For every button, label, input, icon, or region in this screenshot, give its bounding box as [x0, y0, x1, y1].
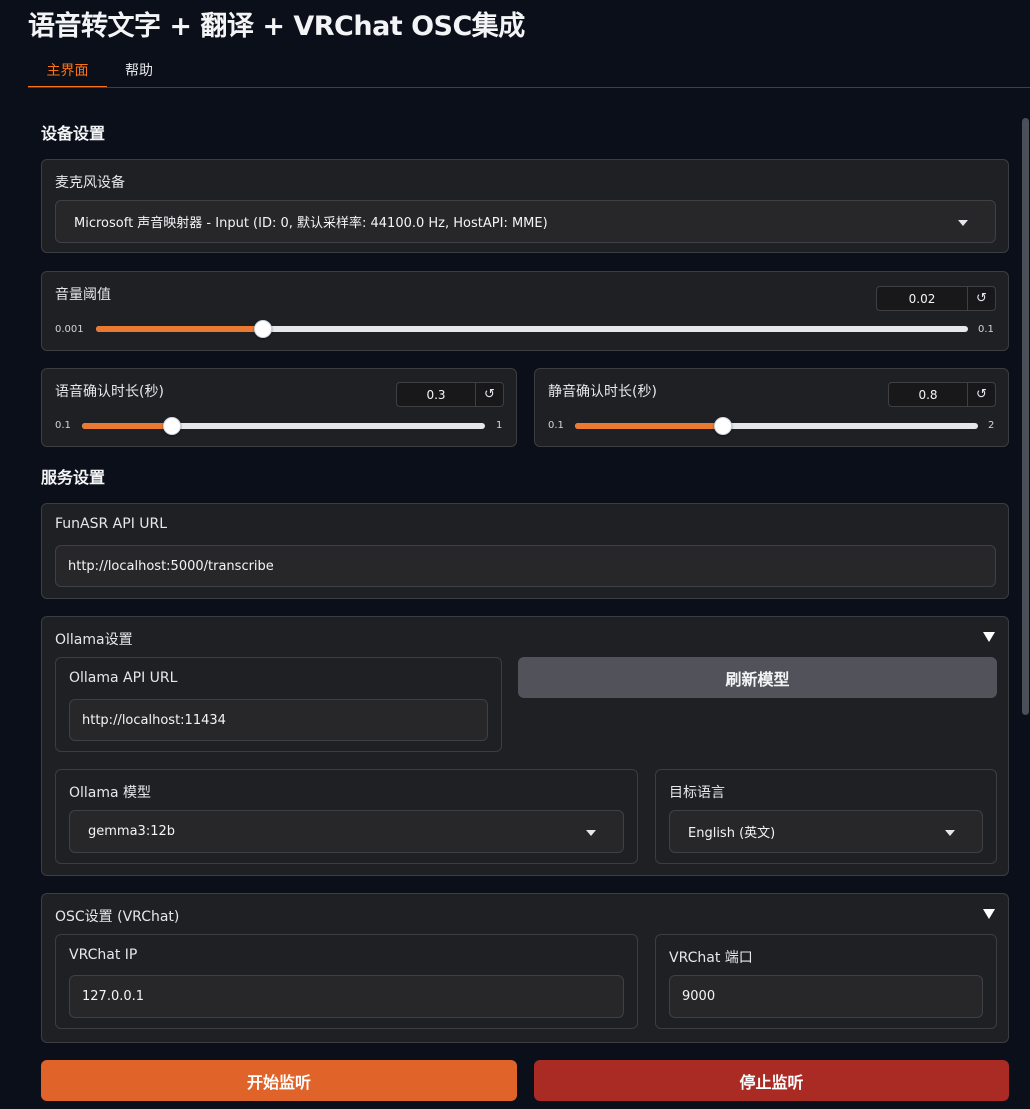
ollama-api-url-label: Ollama API URL [69, 670, 178, 686]
ollama-api-url-value: http://localhost:11434 [82, 712, 226, 728]
device-settings-title: 设备设置 [41, 124, 106, 143]
slider-fill [82, 423, 172, 429]
osc-accordion: OSC设置 (VRChat) VRChat IP 127.0.0.1 VRCha… [41, 893, 1009, 1043]
ollama-model-label: Ollama 模型 [69, 785, 152, 801]
app-title: 语音转文字 + 翻译 + VRChat OSC集成 [28, 11, 525, 42]
volume-threshold-min: 0.001 [55, 324, 84, 335]
page-scrollbar[interactable] [1022, 118, 1029, 715]
speech-confirm-min: 0.1 [55, 420, 71, 431]
target-language-dropdown[interactable]: English (英文) [669, 810, 983, 853]
chevron-down-icon [586, 830, 596, 836]
vrchat-port-panel: VRChat 端口 9000 [655, 934, 997, 1029]
speech-confirm-value[interactable]: 0.3 [397, 383, 476, 406]
chevron-down-icon [945, 830, 955, 836]
microphone-label: 麦克风设备 [55, 175, 125, 191]
funasr-url-input[interactable]: http://localhost:5000/transcribe [55, 545, 996, 587]
ollama-api-url-panel: Ollama API URL http://localhost:11434 [55, 657, 502, 752]
osc-accordion-title[interactable]: OSC设置 (VRChat) [55, 906, 179, 926]
funasr-url-value: http://localhost:5000/transcribe [68, 558, 274, 574]
silence-confirm-label: 静音确认时长(秒) [548, 384, 657, 400]
volume-threshold-max: 0.1 [978, 324, 994, 335]
stop-listening-button[interactable]: 停止监听 [534, 1060, 1009, 1101]
volume-threshold-panel: 音量阈值 0.02 ↺ 0.001 0.1 [41, 271, 1009, 351]
speech-confirm-slider[interactable] [82, 417, 485, 435]
silence-confirm-panel: 静音确认时长(秒) 0.8 ↺ 0.1 2 [534, 368, 1009, 447]
speech-confirm-label: 语音确认时长(秒) [55, 384, 164, 400]
volume-threshold-number[interactable]: 0.02 ↺ [876, 286, 996, 311]
refresh-models-button[interactable]: 刷新模型 [518, 657, 997, 698]
funasr-label: FunASR API URL [55, 516, 168, 532]
speech-confirm-max: 1 [496, 420, 503, 431]
triangle-down-icon[interactable] [983, 909, 995, 919]
silence-confirm-number[interactable]: 0.8 ↺ [888, 382, 996, 407]
slider-fill [96, 326, 264, 332]
slider-thumb[interactable] [162, 417, 181, 435]
reset-icon[interactable]: ↺ [968, 383, 995, 406]
vrchat-ip-value: 127.0.0.1 [82, 989, 145, 1004]
silence-confirm-value[interactable]: 0.8 [889, 383, 968, 406]
funasr-panel: FunASR API URL http://localhost:5000/tra… [41, 503, 1009, 599]
target-language-panel: 目标语言 English (英文) [655, 769, 997, 864]
chevron-down-icon [958, 220, 968, 226]
ollama-model-dropdown[interactable]: gemma3:12b [69, 810, 624, 853]
ollama-accordion-title[interactable]: Ollama设置 [55, 629, 133, 649]
target-language-label: 目标语言 [669, 785, 725, 801]
speech-confirm-panel: 语音确认时长(秒) 0.3 ↺ 0.1 1 [41, 368, 517, 447]
tab-help[interactable]: 帮助 [107, 60, 171, 88]
silence-confirm-max: 2 [988, 420, 995, 431]
tab-main[interactable]: 主界面 [28, 60, 107, 88]
slider-thumb[interactable] [254, 320, 273, 338]
target-language-value: English (英文) [688, 826, 776, 841]
ollama-model-value: gemma3:12b [88, 824, 175, 839]
slider-thumb[interactable] [714, 417, 733, 435]
vrchat-ip-panel: VRChat IP 127.0.0.1 [55, 934, 638, 1029]
volume-threshold-slider[interactable] [96, 320, 968, 338]
reset-icon[interactable]: ↺ [476, 383, 503, 406]
vrchat-ip-input[interactable]: 127.0.0.1 [69, 975, 624, 1018]
volume-threshold-value[interactable]: 0.02 [877, 287, 968, 310]
ollama-accordion: Ollama设置 Ollama API URL http://localhost… [41, 616, 1009, 876]
speech-confirm-number[interactable]: 0.3 ↺ [396, 382, 504, 407]
reset-icon[interactable]: ↺ [968, 287, 995, 310]
tabs-divider [28, 87, 1030, 88]
triangle-down-icon[interactable] [983, 632, 995, 642]
microphone-panel: 麦克风设备 Microsoft 声音映射器 - Input (ID: 0, 默认… [41, 159, 1009, 253]
service-settings-title: 服务设置 [41, 468, 106, 487]
silence-confirm-slider[interactable] [575, 417, 978, 435]
vrchat-port-label: VRChat 端口 [669, 950, 753, 966]
slider-fill [575, 423, 724, 429]
vrchat-ip-label: VRChat IP [69, 947, 138, 963]
volume-threshold-label: 音量阈值 [55, 287, 111, 303]
microphone-value: Microsoft 声音映射器 - Input (ID: 0, 默认采样率: 4… [74, 216, 548, 231]
vrchat-port-input[interactable]: 9000 [669, 975, 983, 1018]
ollama-model-panel: Ollama 模型 gemma3:12b [55, 769, 638, 864]
start-listening-button[interactable]: 开始监听 [41, 1060, 517, 1101]
vrchat-port-value: 9000 [682, 989, 716, 1004]
microphone-dropdown[interactable]: Microsoft 声音映射器 - Input (ID: 0, 默认采样率: 4… [55, 200, 996, 243]
silence-confirm-min: 0.1 [548, 420, 564, 431]
ollama-api-url-input[interactable]: http://localhost:11434 [69, 699, 488, 741]
